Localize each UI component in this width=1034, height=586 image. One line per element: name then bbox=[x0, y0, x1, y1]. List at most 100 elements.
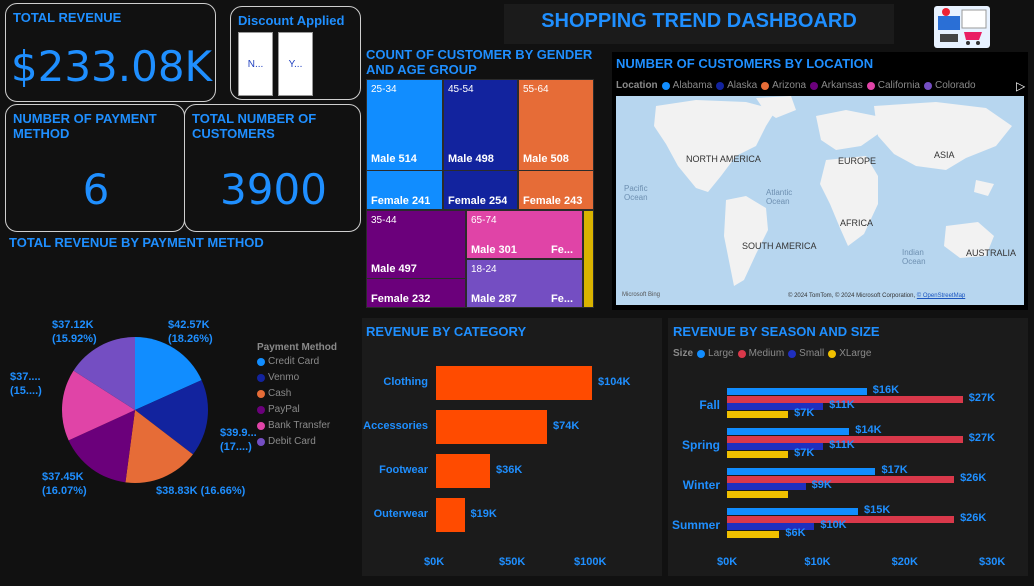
legend-dot-icon bbox=[257, 389, 265, 398]
map-legend-item[interactable]: Alaska bbox=[716, 80, 757, 91]
payment-method-count-value: 6 bbox=[82, 165, 110, 214]
pie-data-label: $37.45K (16.07%) bbox=[42, 471, 87, 497]
region-label-north-america: NORTH AMERICA bbox=[686, 154, 761, 164]
discount-option-no[interactable]: N... bbox=[238, 32, 273, 96]
season-bar[interactable] bbox=[727, 490, 789, 498]
treemap-age-label: 35-44 bbox=[371, 215, 397, 226]
season-value-label: $11K bbox=[829, 439, 855, 451]
legend-dot-icon bbox=[788, 349, 797, 358]
category-label: Outerwear bbox=[373, 508, 428, 520]
season-bar[interactable] bbox=[727, 410, 789, 418]
treemap-male-label: Male 498 bbox=[448, 153, 494, 165]
season-bar[interactable] bbox=[727, 475, 955, 483]
category-panel bbox=[362, 318, 662, 576]
season-bar[interactable] bbox=[727, 468, 876, 475]
legend-label: Debit Card bbox=[268, 436, 316, 447]
treemap-male-label: Male 287 bbox=[471, 293, 517, 305]
treemap-male-label: Male 301 bbox=[471, 244, 517, 256]
treemap-cell-18-24[interactable]: 18-24 Male 287 Fe... bbox=[466, 259, 583, 308]
season-legend-item[interactable]: Medium bbox=[737, 348, 785, 359]
season-label: Winter bbox=[682, 478, 720, 492]
map-attribution: © 2024 TomTom, © 2024 Microsoft Corporat… bbox=[788, 293, 965, 299]
season-bar[interactable] bbox=[727, 388, 867, 395]
category-bar[interactable] bbox=[436, 366, 592, 400]
map-legend-item[interactable]: Arkansas bbox=[810, 80, 863, 91]
season-bar[interactable] bbox=[727, 428, 850, 435]
legend-label: Arizona bbox=[772, 80, 807, 91]
season-bar[interactable] bbox=[727, 508, 858, 515]
legend-dot-icon bbox=[697, 349, 706, 358]
legend-label: Alaska bbox=[727, 80, 758, 91]
region-label-europe: EUROPE bbox=[838, 156, 877, 166]
season-value-label: $26K bbox=[960, 471, 987, 484]
season-value-label: $17K bbox=[881, 464, 908, 476]
treemap-female-label: Fe... bbox=[551, 293, 574, 305]
treemap-female-divider bbox=[367, 278, 465, 279]
world-map[interactable]: NORTH AMERICA EUROPE ASIA AFRICA SOUTH A… bbox=[616, 96, 1024, 305]
treemap-age-label: 18-24 bbox=[471, 264, 497, 275]
category-bar[interactable] bbox=[436, 454, 490, 488]
season-bar[interactable] bbox=[727, 483, 806, 490]
treemap: 25-34 Male 514 Female 241 45-54 Male 498… bbox=[366, 79, 594, 308]
season-legend-item[interactable]: Large bbox=[697, 348, 734, 359]
category-bar[interactable] bbox=[436, 410, 547, 444]
season-bar[interactable] bbox=[727, 450, 789, 458]
treemap-male-label: Male 514 bbox=[371, 153, 417, 165]
pie-legend-item[interactable]: Credit Card bbox=[257, 356, 337, 367]
map-attribution-link[interactable]: © OpenStreetMap bbox=[917, 293, 965, 299]
map-legend-item[interactable]: Arizona bbox=[761, 80, 806, 91]
pie-legend-title: Payment Method bbox=[257, 342, 338, 353]
treemap-cell-65-74[interactable]: 65-74 Male 301 Fe... bbox=[466, 210, 583, 259]
season-label: Fall bbox=[699, 398, 720, 412]
season-value-label: $27K bbox=[968, 391, 996, 404]
payment-method-count-card: NUMBER OF PAYMENT METHOD 6 bbox=[5, 104, 185, 232]
legend-dot-icon bbox=[924, 81, 932, 90]
treemap-cell-extra[interactable] bbox=[583, 210, 594, 308]
season-bar[interactable] bbox=[727, 530, 780, 538]
legend-dot-icon bbox=[737, 349, 746, 358]
pie-data-label: $39.9... (17....) bbox=[220, 427, 257, 453]
season-value-label: $9K bbox=[811, 479, 832, 491]
season-legend-title: Size bbox=[673, 348, 694, 359]
map-title: NUMBER OF CUSTOMERS BY LOCATION bbox=[616, 56, 874, 71]
pie-legend-item[interactable]: Cash bbox=[257, 388, 337, 399]
pie-legend-item[interactable]: Debit Card bbox=[257, 436, 337, 447]
season-value-label: $6K bbox=[785, 526, 806, 539]
dashboard-title: SHOPPING TREND DASHBOARD bbox=[541, 10, 857, 32]
season-legend-item[interactable]: XLarge bbox=[828, 348, 871, 359]
pie-chart[interactable] bbox=[55, 330, 215, 490]
legend-label: XLarge bbox=[839, 348, 872, 359]
map-legend-next-icon[interactable]: ▷ bbox=[1016, 79, 1025, 93]
season-value-label: $11K bbox=[829, 399, 855, 411]
category-axis-tick: $0K bbox=[424, 556, 445, 568]
category-bar[interactable] bbox=[436, 498, 465, 532]
treemap-age-label: 65-74 bbox=[471, 215, 497, 226]
discount-option-yes[interactable]: Y... bbox=[278, 32, 313, 96]
pie-data-label: $37.... (15....) bbox=[10, 371, 42, 397]
treemap-cell-45-54[interactable]: 45-54 Male 498 Female 254 bbox=[443, 79, 518, 210]
legend-dot-icon bbox=[810, 81, 819, 90]
category-axis-tick: $100K bbox=[574, 556, 607, 568]
pie-legend-item[interactable]: PayPal bbox=[257, 404, 337, 415]
season-legend-item[interactable]: Small bbox=[788, 348, 824, 359]
legend-dot-icon bbox=[257, 357, 265, 366]
legend-label: Arkansas bbox=[821, 80, 863, 91]
pie-legend-item[interactable]: Venmo bbox=[257, 372, 337, 383]
pie-legend-item[interactable]: Bank Transfer bbox=[257, 420, 337, 431]
region-label-africa: AFRICA bbox=[840, 218, 874, 228]
ocean-label-atlantic: Atlantic Ocean bbox=[766, 188, 793, 206]
treemap-female-divider bbox=[519, 170, 593, 171]
map-legend-item[interactable]: California bbox=[866, 80, 920, 91]
treemap-female-divider bbox=[444, 170, 517, 171]
map-legend-item[interactable]: Colorado bbox=[924, 80, 976, 91]
map-panel: NUMBER OF CUSTOMERS BY LOCATION Location… bbox=[612, 52, 1028, 310]
legend-label: Medium bbox=[748, 348, 785, 359]
treemap-female-divider bbox=[367, 170, 442, 171]
region-label-asia: ASIA bbox=[934, 150, 955, 160]
treemap-cell-55-64[interactable]: 55-64 Male 508 Female 243 bbox=[518, 79, 594, 210]
season-value-label: $15K bbox=[864, 504, 891, 516]
map-legend-item[interactable]: Alabama bbox=[661, 80, 712, 91]
treemap-cell-25-34[interactable]: 25-34 Male 514 Female 241 bbox=[366, 79, 443, 210]
treemap-cell-35-44[interactable]: 35-44 Male 497 Female 232 bbox=[366, 210, 466, 308]
category-label: Clothing bbox=[383, 376, 428, 388]
